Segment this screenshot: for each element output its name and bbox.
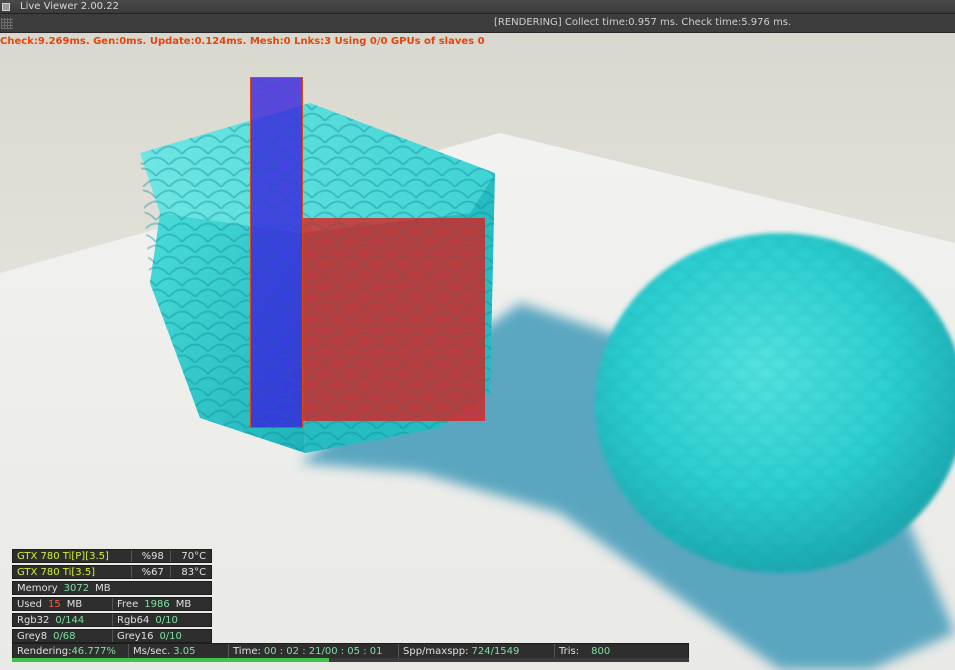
grey16-label: Grey16 <box>117 630 154 642</box>
title-bar: Live Viewer 2.00.22 <box>0 0 955 14</box>
time-value: 00 : 02 : 21/00 : 05 : 01 <box>263 645 383 657</box>
grip-icon[interactable] <box>1 17 13 29</box>
gpu-load: %67 <box>132 566 172 578</box>
triangle-count: Tris: 800 <box>555 644 688 658</box>
rendering-value: 46.777% <box>71 645 116 657</box>
tris-value: 800 <box>591 645 611 657</box>
device-panel: GTX 780 Ti[P][3.5] %98 70°C GTX 780 Ti[3… <box>12 549 212 645</box>
memory-total: Memory 3072 MB <box>13 582 113 594</box>
used-label: Used <box>17 598 43 610</box>
render-status-text: [RENDERING] Collect time:0.957 ms. Check… <box>494 17 792 28</box>
overlay-stats: Check:9.269ms. Gen:0ms. Update:0.124ms. … <box>0 36 485 47</box>
ms-per-sec: Ms/sec. 3.05 <box>129 644 229 658</box>
memory-total-value: 3072 <box>63 582 90 594</box>
grey8-value: 0/68 <box>53 630 76 642</box>
render-progress-fill <box>12 658 329 662</box>
rgb64-value: 0/10 <box>155 614 178 626</box>
grey8-cell: Grey8 0/68 <box>13 630 112 642</box>
texture-row: Grey8 0/68 Grey16 0/10 <box>12 629 212 643</box>
rgb32-value: 0/144 <box>55 614 85 626</box>
free-value: 1986 <box>144 598 170 610</box>
render-viewport[interactable]: Check:9.269ms. Gen:0ms. Update:0.124ms. … <box>0 33 955 670</box>
gpu-temp: 70°C <box>181 550 207 562</box>
rendering-progress: Rendering: 46.777% <box>13 644 129 658</box>
status-bar: [RENDERING] Collect time:0.957 ms. Check… <box>0 14 955 33</box>
mssec-label: Ms/sec. <box>133 645 171 657</box>
memory-usage-row: Used 15 MB Free 1986 MB <box>12 597 212 611</box>
spp-label: Spp/maxspp: <box>403 645 469 657</box>
window-title: Live Viewer 2.00.22 <box>20 1 119 12</box>
render-progress-bar <box>12 658 689 662</box>
render-time: Time: 00 : 02 : 21/00 : 05 : 01 <box>229 644 399 658</box>
tris-label: Tris: <box>559 645 580 657</box>
rgb64-label: Rgb64 <box>117 614 150 626</box>
memory-free: Free 1986 MB <box>112 598 211 610</box>
memory-unit: MB <box>95 582 111 594</box>
mssec-value: 3.05 <box>173 645 196 657</box>
used-unit: MB <box>66 598 83 610</box>
gpu-load: %98 <box>132 550 172 562</box>
gpu-name: GTX 780 Ti[P][3.5] <box>13 550 132 562</box>
samples-per-pixel: Spp/maxspp: 724/1549 <box>399 644 555 658</box>
rgb64-cell: Rgb64 0/10 <box>112 614 211 626</box>
texture-row: Rgb32 0/144 Rgb64 0/10 <box>12 613 212 627</box>
time-label: Time: <box>233 645 261 657</box>
used-value: 15 <box>48 598 61 610</box>
rgb32-label: Rgb32 <box>17 614 50 626</box>
spp-value: 724/1549 <box>471 645 520 657</box>
gpu-row: GTX 780 Ti[P][3.5] %98 70°C <box>12 549 212 563</box>
memory-used: Used 15 MB <box>13 598 112 610</box>
render-stats-bar: Rendering: 46.777% Ms/sec. 3.05 Time: 00… <box>12 643 689 659</box>
memory-label: Memory <box>17 582 58 594</box>
rgb32-cell: Rgb32 0/144 <box>13 614 112 626</box>
gpu-temp: 83°C <box>181 566 207 578</box>
free-label: Free <box>117 598 139 610</box>
blurred-sphere <box>595 233 955 573</box>
free-unit: MB <box>175 598 192 610</box>
gpu-row: GTX 780 Ti[3.5] %67 83°C <box>12 565 212 579</box>
memory-row: Memory 3072 MB <box>12 581 212 595</box>
app-icon <box>2 2 10 11</box>
rendering-label: Rendering: <box>17 645 72 657</box>
grey16-value: 0/10 <box>159 630 182 642</box>
grey8-label: Grey8 <box>17 630 48 642</box>
grey16-cell: Grey16 0/10 <box>112 630 211 642</box>
gpu-name: GTX 780 Ti[3.5] <box>13 566 132 578</box>
